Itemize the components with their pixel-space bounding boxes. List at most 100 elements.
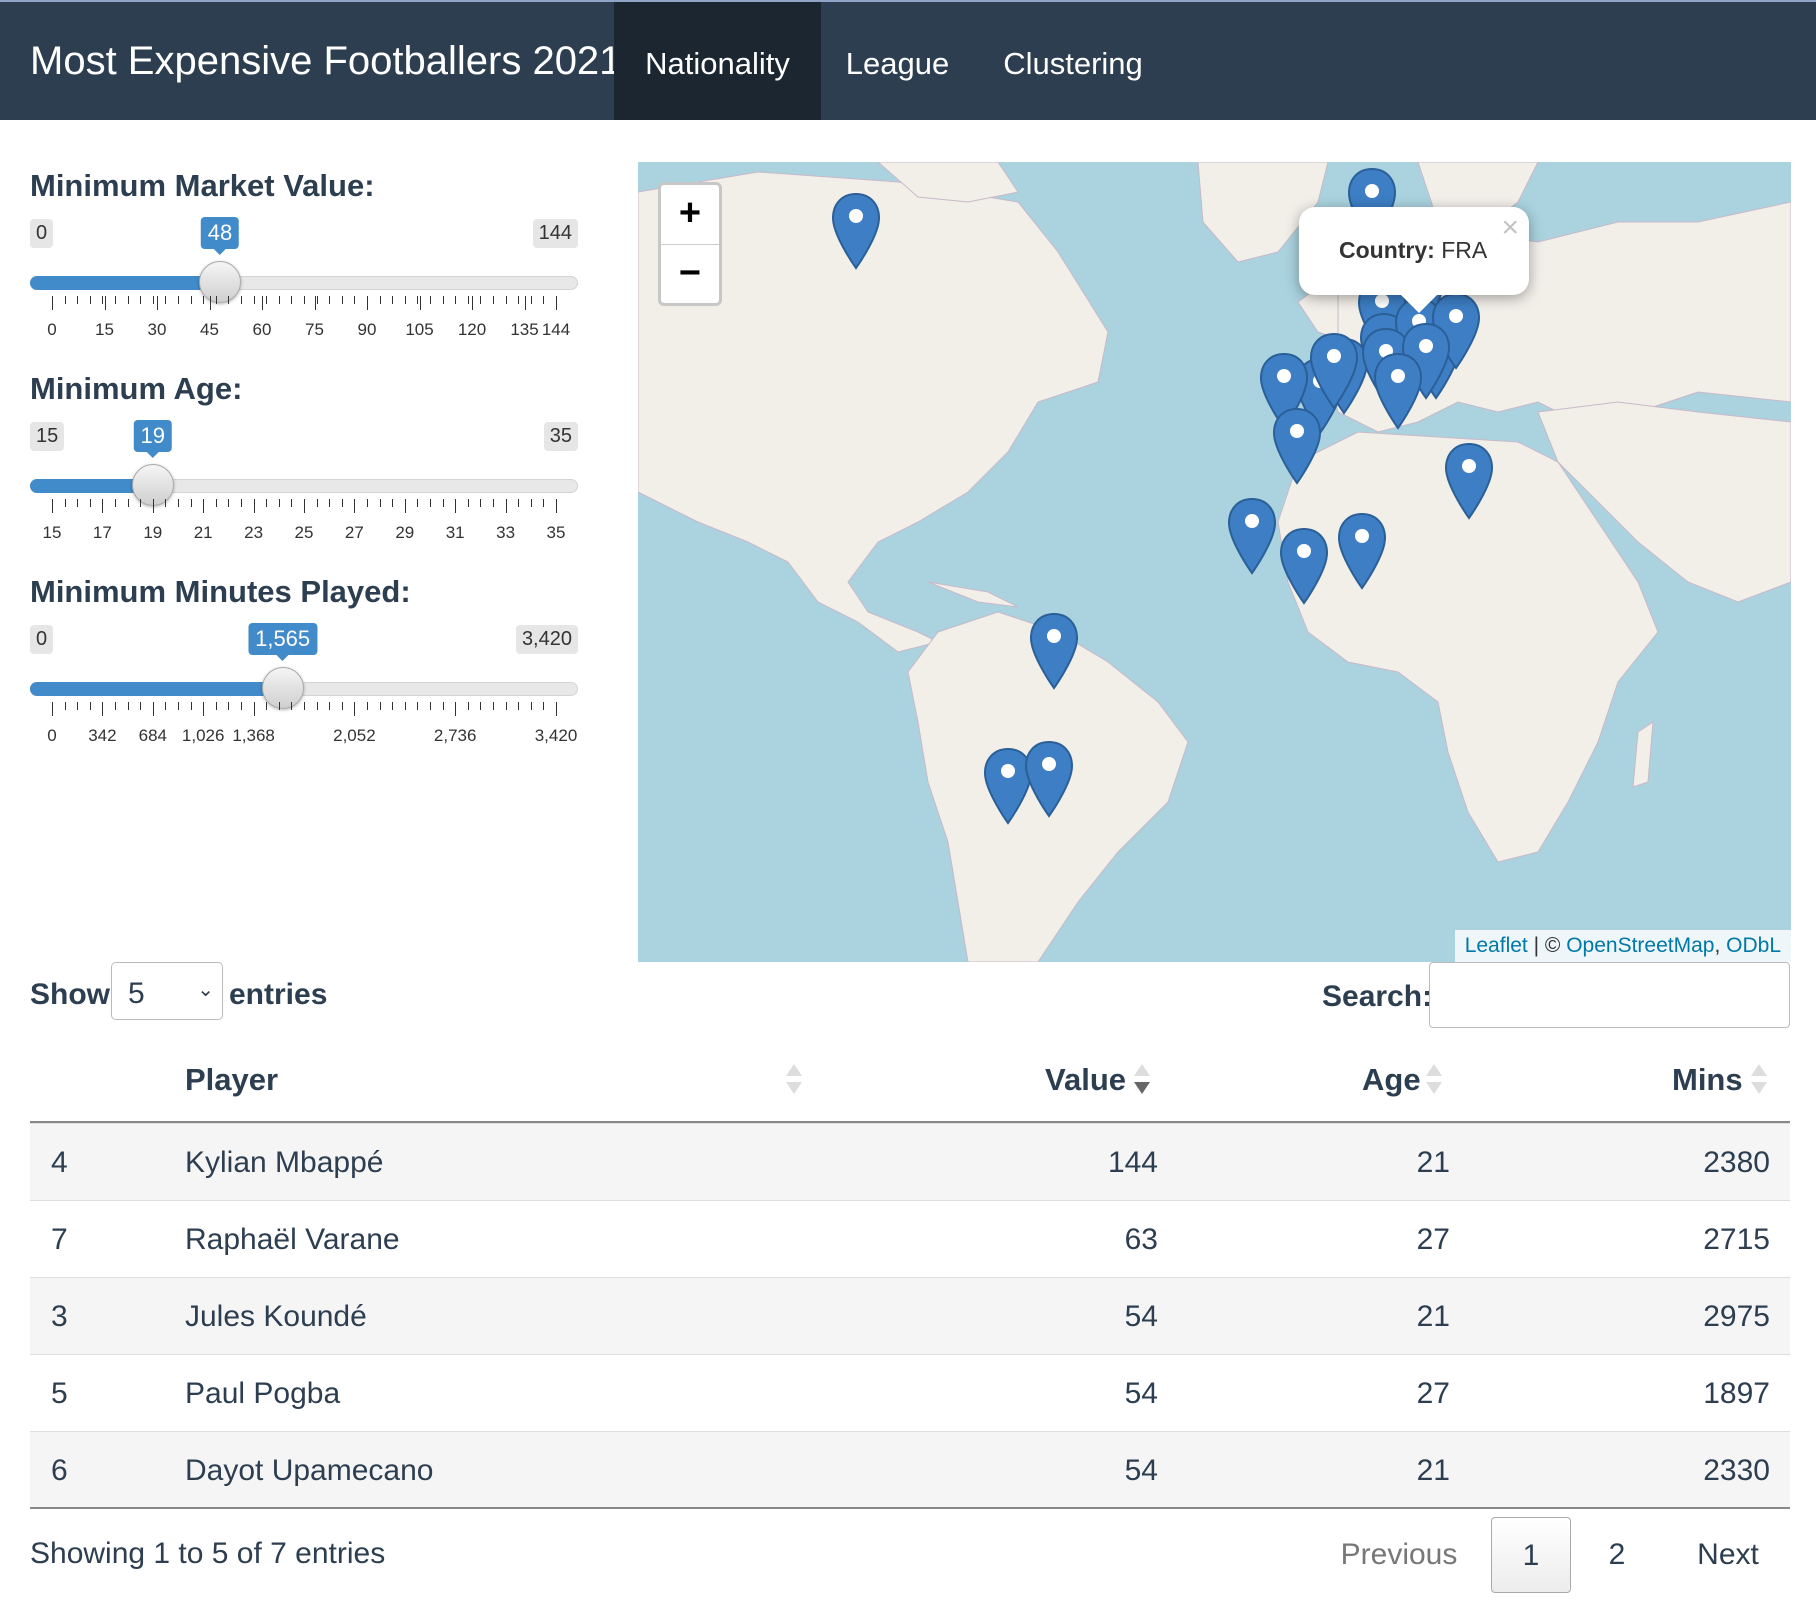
popup-value: FRA <box>1441 237 1488 263</box>
odbl-link[interactable]: ODbL <box>1726 934 1781 957</box>
minor-tick-mark <box>480 296 482 304</box>
map-marker-icon[interactable] <box>1308 332 1360 412</box>
slider-fill <box>30 276 220 290</box>
tick-mark <box>157 296 158 310</box>
minor-tick-mark <box>417 702 419 710</box>
minor-tick-mark <box>127 702 129 710</box>
world-map[interactable]: + − Country: FRA × Leaflet | © OpenStree… <box>638 162 1791 962</box>
page-1-button[interactable]: 1 <box>1491 1517 1571 1593</box>
minor-tick-mark <box>291 702 293 710</box>
minor-tick-mark <box>64 702 66 710</box>
map-marker-icon[interactable] <box>1336 512 1388 592</box>
sort-mins-icon[interactable] <box>1751 1064 1767 1100</box>
sort-value-icon[interactable] <box>1134 1064 1150 1100</box>
zoom-in-button[interactable]: + <box>661 185 719 245</box>
next-page-button[interactable]: Next <box>1680 1517 1776 1593</box>
minor-tick-mark <box>379 702 381 710</box>
sort-age-icon[interactable] <box>1426 1064 1442 1100</box>
minor-tick-mark <box>505 499 507 507</box>
minor-tick-mark <box>518 702 520 710</box>
leaflet-link[interactable]: Leaflet <box>1465 934 1528 957</box>
entries-select[interactable]: 5 ⌄ <box>111 962 223 1020</box>
tick-label: 25 <box>294 523 314 542</box>
minor-tick-mark <box>417 499 419 507</box>
previous-page-button[interactable]: Previous <box>1334 1517 1464 1593</box>
minor-tick-mark <box>556 702 557 710</box>
map-marker-icon[interactable] <box>830 192 882 272</box>
minor-tick-mark <box>89 296 91 304</box>
table-row[interactable]: 3 Jules Koundé 54 21 2975 <box>30 1277 1790 1354</box>
map-marker-icon[interactable] <box>1271 407 1323 487</box>
slider-min-label: 0 <box>30 219 54 248</box>
table-row[interactable]: 7 Raphaël Varane 63 27 2715 <box>30 1200 1790 1277</box>
search-input[interactable] <box>1429 962 1790 1028</box>
map-marker-icon[interactable] <box>1278 527 1330 607</box>
minor-tick-mark <box>228 296 230 304</box>
minor-tick-mark <box>178 499 179 507</box>
tick-label: 1,026 <box>181 726 225 745</box>
minor-tick-mark <box>379 499 381 507</box>
minor-tick-mark <box>392 296 394 304</box>
minor-tick-mark <box>115 702 116 710</box>
minor-tick-mark <box>304 702 305 710</box>
slider-max-label: 35 <box>543 422 578 451</box>
column-header-age[interactable]: Age <box>1362 1062 1421 1098</box>
minor-tick-mark <box>64 499 66 507</box>
minor-tick-mark <box>115 499 116 507</box>
app-title: Most Expensive Footballers 2021 <box>30 39 622 83</box>
minor-tick-mark <box>442 702 444 710</box>
minor-tick-mark <box>253 296 255 304</box>
tick-mark <box>314 296 316 310</box>
minor-tick-mark <box>102 702 104 710</box>
slider-label: Minimum Age: <box>30 371 243 406</box>
minor-tick-mark <box>266 499 268 507</box>
player-value: 54 <box>1124 1300 1158 1333</box>
tick-label: 2,052 <box>333 726 376 745</box>
minor-tick-mark <box>203 296 205 304</box>
minor-tick-mark <box>505 296 507 304</box>
minor-tick-mark <box>253 499 255 507</box>
minor-tick-mark <box>52 296 53 304</box>
slider-min-label: 0 <box>30 625 54 654</box>
player-mins: 2380 <box>1703 1146 1770 1179</box>
osm-link[interactable]: OpenStreetMap <box>1566 934 1714 957</box>
minor-tick-mark <box>392 499 394 507</box>
map-marker-icon[interactable] <box>1443 442 1495 522</box>
table-row[interactable]: 5 Paul Pogba 54 27 1897 <box>30 1354 1790 1431</box>
player-age: 27 <box>1416 1377 1450 1410</box>
minor-tick-mark <box>304 296 305 304</box>
map-marker-icon[interactable] <box>1023 740 1075 820</box>
table-row[interactable]: 4 Kylian Mbappé 144 21 2380 <box>30 1123 1790 1200</box>
map-marker-icon[interactable] <box>1028 612 1080 692</box>
column-header-value[interactable]: Value <box>1045 1062 1126 1098</box>
map-marker-icon[interactable] <box>1226 497 1278 577</box>
player-value: 63 <box>1124 1223 1158 1256</box>
column-header-mins[interactable]: Mins <box>1672 1062 1743 1098</box>
zoom-out-button[interactable]: − <box>661 245 719 304</box>
map-marker-icon[interactable] <box>1372 352 1424 432</box>
tick-label: 684 <box>138 726 167 745</box>
popup-close-icon[interactable]: × <box>1501 211 1519 245</box>
minor-tick-mark <box>354 499 356 507</box>
slider-label: Minimum Minutes Played: <box>30 574 411 609</box>
minutes-played-slider: Minimum Minutes Played: 0 3,420 1,565 0 342 6… <box>30 574 578 745</box>
minor-tick-mark <box>178 296 179 304</box>
minor-tick-mark <box>493 296 494 304</box>
minor-tick-mark <box>165 702 167 710</box>
column-header-player[interactable]: Player <box>185 1062 278 1098</box>
minor-tick-mark <box>127 296 129 304</box>
sort-player-icon[interactable] <box>786 1064 802 1100</box>
player-age: 27 <box>1416 1223 1450 1256</box>
tick-label: 0 <box>47 726 57 745</box>
tick-mark <box>262 296 263 310</box>
page-2-button[interactable]: 2 <box>1582 1517 1652 1593</box>
minor-tick-mark <box>417 296 419 304</box>
minor-tick-mark <box>329 296 331 304</box>
table-row[interactable]: 6 Dayot Upamecano 54 21 2330 <box>30 1431 1790 1508</box>
minor-tick-mark <box>140 499 142 507</box>
tab-clustering[interactable]: Clustering <box>974 2 1172 120</box>
minor-tick-mark <box>52 702 53 710</box>
tab-league[interactable]: League <box>821 2 974 120</box>
minor-tick-mark <box>455 499 457 507</box>
tab-nationality[interactable]: Nationality <box>614 2 821 120</box>
